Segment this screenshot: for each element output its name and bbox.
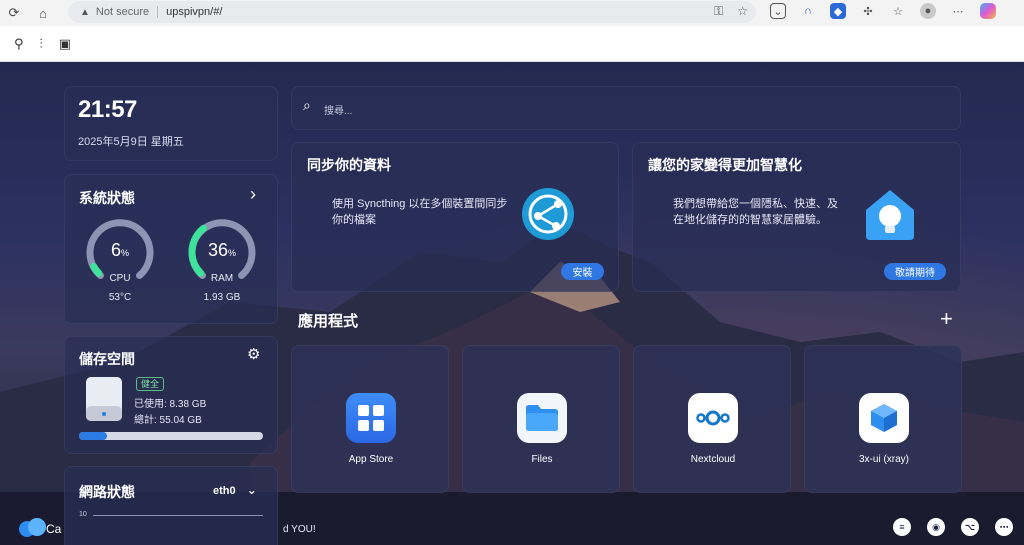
- avatar-icon[interactable]: ●: [920, 3, 936, 19]
- system-status-title: 系統狀態: [79, 190, 135, 206]
- chat-icon[interactable]: ≡: [893, 518, 911, 536]
- drive-icon: [86, 377, 122, 421]
- coming-soon-button[interactable]: 敬請期待: [884, 263, 946, 280]
- more-icon[interactable]: ⋯: [950, 3, 966, 19]
- app-name: Files: [531, 454, 553, 465]
- search-input[interactable]: 搜尋...: [324, 102, 352, 117]
- app-name: 3x-ui (xray): [858, 454, 909, 465]
- pocket-icon[interactable]: ⌄: [770, 3, 786, 19]
- syncthing-icon: [522, 188, 574, 240]
- browser-toolbar: ⟳ ⌂ ▲ Not secure upspivpn/#/ ⚿ ☆ ⌄ ∩ ◆ ✣…: [0, 0, 1024, 26]
- sliders-icon[interactable]: ⫶: [40, 36, 43, 52]
- app-tile-app-store[interactable]: App Store: [291, 345, 449, 493]
- interface-select[interactable]: eth0 ⌄: [213, 483, 257, 497]
- storage-total: 總計: 55.04 GB: [134, 415, 202, 426]
- apps-title: 應用程式: [298, 313, 359, 330]
- cpu-label: CPU: [109, 273, 131, 284]
- search-icon: ⌕: [303, 97, 311, 113]
- cpu-temp: 53°C: [108, 292, 132, 303]
- app-name: Nextcloud: [690, 454, 736, 465]
- url-text: upspivpn/#/: [166, 6, 223, 18]
- storage-bar-fill: [79, 432, 107, 440]
- cube-icon: [859, 393, 909, 443]
- address-divider: [157, 6, 159, 18]
- ram-size: 1.93 GB: [203, 292, 241, 303]
- health-badge: 健全: [136, 377, 165, 391]
- smart-home-desc: 我們想帶給您一個隱私、快速、及 在地化儲存的的智慧家居體驗。: [673, 198, 838, 226]
- app-name: App Store: [348, 454, 394, 465]
- key-icon[interactable]: ⚿: [714, 4, 723, 19]
- copilot-icon[interactable]: [980, 3, 996, 19]
- nextcloud-icon: [688, 393, 738, 443]
- smart-home-title: 讓您的家變得更加智慧化: [648, 157, 802, 173]
- storage-used: 已使用: 8.38 GB: [134, 399, 207, 410]
- app-toolbar: ⚲ ⫶ ▣: [0, 26, 1024, 62]
- github-icon[interactable]: ⌥: [961, 518, 979, 536]
- sync-card-desc: 使用 Syncthing 以在多個裝置間同步 你的檔案: [332, 198, 508, 226]
- network-panel[interactable]: [64, 466, 278, 545]
- interface-label: eth0: [213, 485, 236, 497]
- star-icon[interactable]: ☆: [737, 4, 748, 19]
- discord-icon[interactable]: ◉: [927, 518, 945, 536]
- footer-message: d YOU!: [283, 524, 316, 535]
- puzzle-icon[interactable]: ✣: [860, 3, 876, 19]
- security-label: Not secure: [95, 6, 150, 18]
- network-axis-label: 10: [79, 511, 87, 518]
- install-button[interactable]: 安裝: [561, 263, 604, 280]
- network-gridline: [93, 515, 263, 516]
- add-app-icon[interactable]: +: [940, 306, 953, 332]
- clock-date: 2025年5月9日 星期五: [78, 136, 184, 148]
- folder-icon: [517, 393, 567, 443]
- smart-home-icon: [866, 190, 914, 240]
- favorites-icon[interactable]: ☆: [890, 3, 906, 19]
- casaos-logo-icon: [19, 518, 46, 537]
- cpu-value: 6%: [110, 240, 130, 260]
- home-icon[interactable]: ⌂: [32, 2, 54, 24]
- app-tile-files[interactable]: Files: [462, 345, 620, 493]
- extension-icon[interactable]: ◆: [830, 3, 846, 19]
- app-store-icon: [346, 393, 396, 443]
- warning-icon: ▲: [80, 6, 90, 18]
- storage-title: 儲存空間: [79, 351, 135, 367]
- chevron-down-icon: ⌄: [246, 483, 257, 497]
- ram-value: 36%: [207, 240, 237, 260]
- clock-time: 21:57: [78, 96, 137, 123]
- user-settings-icon[interactable]: ⚲: [14, 36, 24, 52]
- sync-card-title: 同步你的資料: [307, 157, 391, 173]
- message-icon[interactable]: ⋯: [995, 518, 1013, 536]
- desktop: 21:57 2025年5月9日 星期五 系統狀態 › 6% CPU 53°C 3…: [0, 62, 1024, 545]
- address-bar[interactable]: ▲ Not secure upspivpn/#/ ⚿ ☆: [68, 1, 756, 23]
- vpn-icon[interactable]: ∩: [800, 3, 816, 19]
- brand-fragment: Ca: [46, 522, 62, 536]
- app-tile-3x-ui[interactable]: 3x-ui (xray): [804, 345, 962, 493]
- search-bar[interactable]: [291, 86, 961, 130]
- ram-label: RAM: [210, 273, 234, 284]
- network-title: 網路狀態: [79, 484, 135, 500]
- screen-icon[interactable]: ▣: [59, 36, 71, 52]
- gear-icon[interactable]: ⚙: [247, 345, 260, 363]
- reload-icon[interactable]: ⟳: [3, 2, 25, 24]
- app-tile-nextcloud[interactable]: Nextcloud: [633, 345, 791, 493]
- chevron-right-icon[interactable]: ›: [250, 184, 256, 205]
